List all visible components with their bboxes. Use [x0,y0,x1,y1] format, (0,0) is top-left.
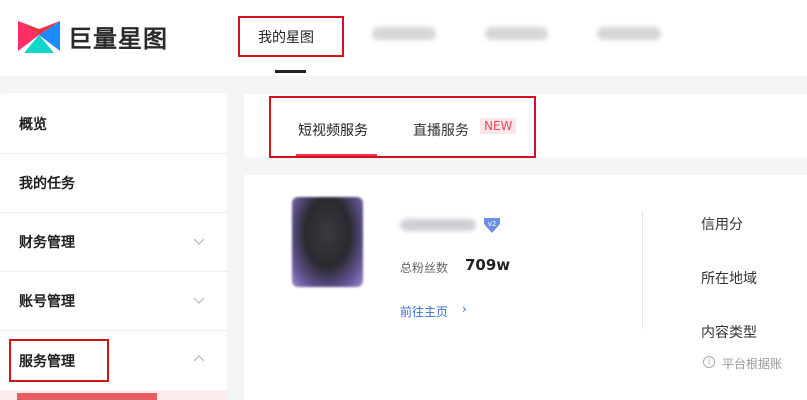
chevron-down-icon [193,297,205,304]
account-name-obscured [400,219,476,231]
card-divider [642,211,643,329]
fans-value: 709w [465,256,511,274]
verified-icon: v2 [484,218,500,233]
content-type-label: 内容类型 [701,325,757,341]
logo[interactable]: 巨量星图 [18,19,168,54]
info-note: 平台根据账 [722,357,783,371]
avatar [292,197,363,287]
homepage-link[interactable]: 前往主页 [400,303,448,320]
nav-tab-obscured-3[interactable] [597,27,661,40]
credit-score-label: 信用分 [701,217,743,233]
nav-active-indicator [275,70,306,73]
sidebar-item-label: 概览 [19,117,47,133]
svg-text:v2: v2 [488,220,497,228]
sidebar-item-overview[interactable]: 概览 [0,95,227,154]
sidebar-item-my-tasks[interactable]: 我的任务 [0,154,227,213]
fans-label: 总粉丝数 [400,261,449,275]
sidebar-item-label: 财务管理 [19,235,75,251]
sidebar-item-label: 我的任务 [19,176,75,192]
chevron-right-icon[interactable]: › [462,302,467,316]
sidebar-subitem-highlight [17,393,157,400]
highlight-box-services [9,339,109,382]
sidebar-item-label: 账号管理 [19,294,75,310]
sidebar-item-finance[interactable]: 财务管理 [0,213,227,272]
region-label: 所在地域 [701,271,757,287]
chevron-down-icon [193,238,205,245]
sidebar-item-account[interactable]: 账号管理 [0,272,227,331]
top-navigation-bar: 巨量星图 我的星图 [0,0,807,76]
nav-tab-label: 我的星图 [258,30,314,46]
nav-tab-obscured-1[interactable] [372,27,436,40]
nav-tab-my-xingtu[interactable]: 我的星图 [238,16,344,57]
logo-icon [18,20,60,53]
chevron-up-icon [193,355,205,362]
nav-tab-obscured-2[interactable] [485,27,548,40]
highlight-box-tabs [269,96,536,158]
logo-text: 巨量星图 [68,25,168,53]
info-icon: i [703,356,715,368]
